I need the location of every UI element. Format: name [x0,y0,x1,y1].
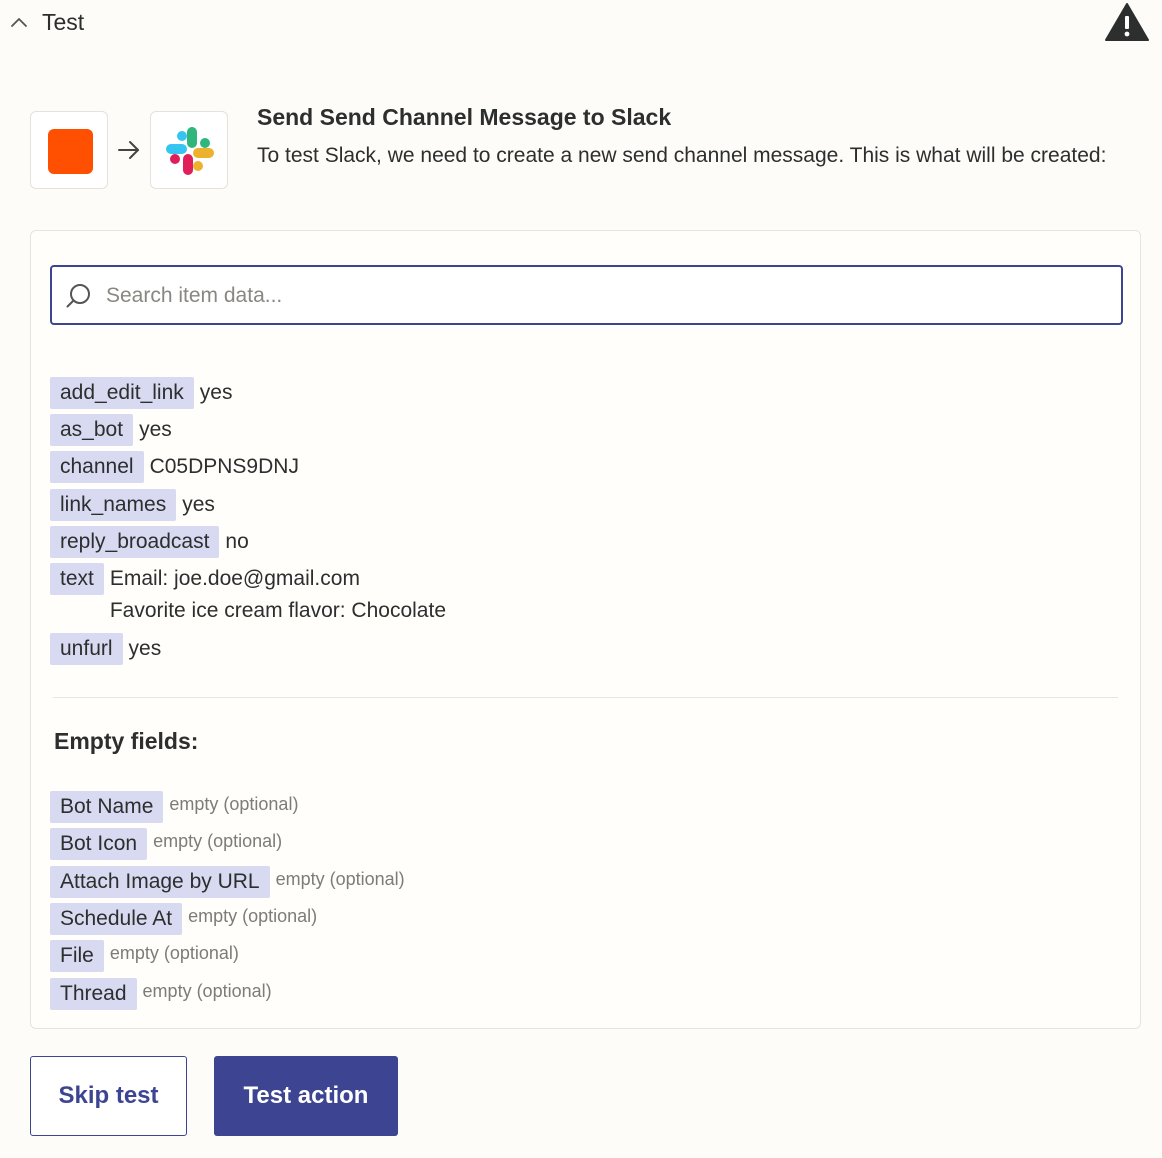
action-description: To test Slack, we need to create a new s… [257,144,1107,167]
field-value: Email: joe.doe@gmail.com Favorite ice cr… [109,567,446,622]
field-row: as_bot yes [50,414,172,446]
field-value: yes [128,637,162,660]
action-title: Send Send Channel Message to Slack [257,104,672,130]
field-row: reply_broadcast no [50,526,249,558]
empty-field-row: Bot Name empty (optional) [50,791,298,823]
field-value: empty (optional) [188,906,318,926]
slack-icon [166,127,214,175]
field-value: empty (optional) [169,794,299,814]
chevron-up-icon[interactable] [9,12,29,32]
empty-field-row: Schedule At empty (optional) [50,903,317,935]
arrow-right-icon [118,141,139,159]
field-key: link_names [50,489,177,521]
field-value: empty (optional) [109,943,239,963]
field-value: empty (optional) [142,981,272,1001]
field-key: Thread [50,978,137,1010]
warning-icon [1105,3,1149,41]
field-key: text [50,563,104,595]
field-value: yes [182,493,215,516]
field-key: as_bot [50,414,134,446]
field-value: no [225,530,249,553]
orange-app-icon [48,129,93,174]
test-data-panel: add_edit_link yes as_bot yes channel C05… [30,230,1141,1029]
field-value: empty (optional) [275,869,405,889]
search-icon [66,284,90,308]
trigger-app-tile [30,111,108,189]
field-key: unfurl [50,633,123,665]
field-key: Bot Name [50,791,164,823]
empty-fields-heading: Empty fields: [54,728,199,754]
empty-field-row: Thread empty (optional) [50,978,272,1010]
empty-field-row: Attach Image by URL empty (optional) [50,866,405,898]
section-divider [53,697,1118,698]
action-app-tile [150,111,228,189]
field-row: channel C05DPNS9DNJ [50,451,299,483]
empty-field-row: Bot Icon empty (optional) [50,828,282,860]
test-section-header[interactable]: Test [0,0,1162,50]
empty-field-row: File empty (optional) [50,940,239,972]
field-row: unfurl yes [50,633,161,665]
field-row: add_edit_link yes [50,377,232,409]
field-row: link_names yes [50,489,215,521]
skip-test-button[interactable]: Skip test [30,1056,187,1136]
field-key: reply_broadcast [50,526,220,558]
field-value: yes [139,418,172,441]
search-box[interactable] [50,265,1123,325]
field-key: Bot Icon [50,828,148,860]
field-key: Schedule At [50,903,183,935]
field-row: text Email: joe.doe@gmail.com Favorite i… [50,563,446,627]
field-key: Attach Image by URL [50,866,270,898]
field-value: yes [199,381,233,404]
field-value: empty (optional) [153,831,283,851]
field-key: add_edit_link [50,377,194,409]
search-input[interactable] [104,279,1098,313]
test-action-button[interactable]: Test action [214,1056,398,1136]
field-value: C05DPNS9DNJ [149,455,299,478]
field-key: channel [50,451,144,483]
field-key: File [50,940,104,972]
section-title: Test [42,9,85,35]
